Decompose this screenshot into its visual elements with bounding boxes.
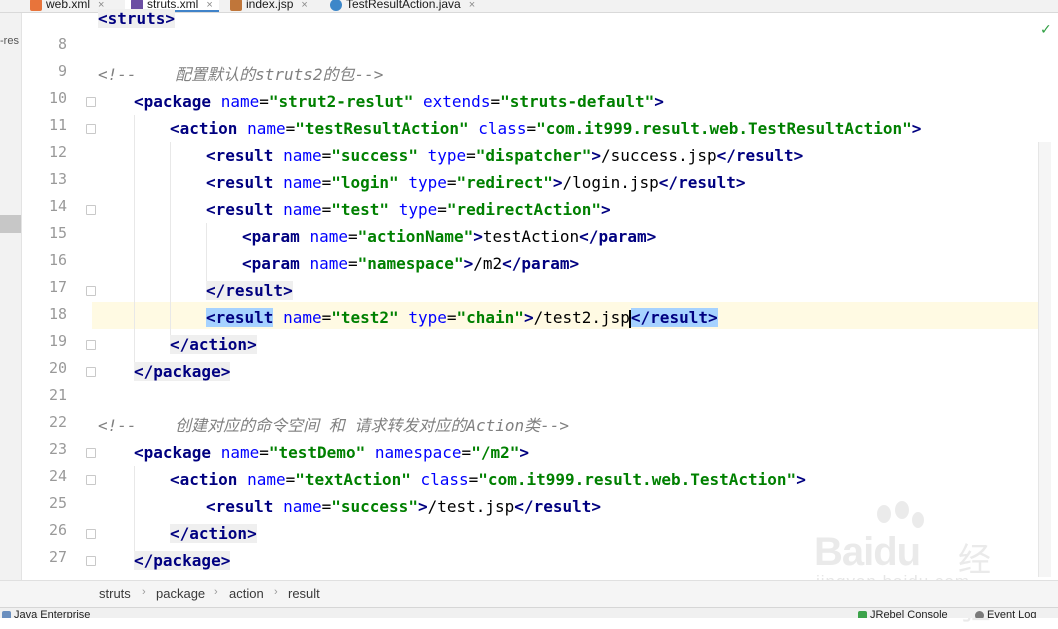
line-number: 11 — [48, 116, 67, 134]
indent-guide — [206, 223, 207, 285]
line-number: 19 — [48, 332, 67, 350]
chevron-right-icon: › — [274, 586, 278, 598]
code-line: <!-- 配置默认的struts2的包--> — [98, 65, 384, 84]
xml-file-icon — [30, 0, 42, 11]
java-class-icon — [330, 0, 342, 11]
chevron-right-icon: › — [214, 586, 218, 598]
line-number: 14 — [48, 197, 67, 215]
tab-label: TestResultAction.java — [346, 0, 461, 11]
breadcrumb-item-struts[interactable]: struts — [99, 586, 131, 601]
fold-marker-icon[interactable] — [86, 97, 96, 107]
line-number: 18 — [48, 305, 67, 323]
tab-index-jsp[interactable]: index.jsp × — [230, 0, 308, 12]
close-icon[interactable]: × — [469, 0, 475, 11]
breadcrumb-item-result[interactable]: result — [288, 586, 320, 601]
indent-guide — [170, 142, 171, 338]
line-number: 16 — [48, 251, 67, 269]
close-icon[interactable]: × — [301, 0, 307, 11]
fold-marker-icon[interactable] — [86, 124, 96, 134]
line-number: 27 — [48, 548, 67, 566]
line-number: 15 — [48, 224, 67, 242]
baidu-jingyan-watermark: Baidu 经验 jingyan.baidu.com — [808, 500, 1008, 627]
line-number: 8 — [57, 35, 67, 53]
line-number-gutter[interactable]: 8 9 10 11 12 13 14 15 16 17 18 19 20 21 … — [22, 13, 96, 579]
line-number: 13 — [48, 170, 67, 188]
line-number: 22 — [48, 413, 67, 431]
watermark-brand: Baidu — [814, 530, 921, 574]
fold-marker-icon[interactable] — [86, 475, 96, 485]
indent-guide — [134, 466, 135, 554]
fold-marker-icon[interactable] — [86, 367, 96, 377]
fold-marker-icon[interactable] — [86, 556, 96, 566]
fold-marker-icon[interactable] — [86, 340, 96, 350]
fold-marker-icon[interactable] — [86, 286, 96, 296]
tab-testresultaction-java[interactable]: TestResultAction.java × — [330, 0, 475, 12]
code-line: <result name="login" type="redirect">/lo… — [206, 173, 746, 192]
code-line: <param name="namespace">/m2</param> — [242, 254, 580, 273]
tab-web-xml[interactable]: web.xml × — [30, 0, 104, 12]
line-number: 12 — [48, 143, 67, 161]
code-line: <action name="testResultAction" class="c… — [170, 119, 922, 138]
jsp-file-icon — [230, 0, 242, 11]
tab-label: index.jsp — [246, 0, 294, 11]
code-line-current: <result name="test2" type="chain">/test2… — [206, 308, 718, 328]
close-icon[interactable]: × — [206, 0, 212, 11]
fold-marker-icon[interactable] — [86, 529, 96, 539]
status-bar: Java Enterprise JRebel Console Event Log — [0, 607, 1058, 618]
breadcrumb-item-action[interactable]: action — [229, 586, 264, 601]
indent-guide — [134, 115, 135, 365]
line-number: 24 — [48, 467, 67, 485]
fold-marker-icon[interactable] — [86, 448, 96, 458]
code-line: <param name="actionName">testAction</par… — [242, 227, 657, 246]
line-number: 10 — [48, 89, 67, 107]
code-line: </package> — [134, 362, 231, 381]
line-number: 9 — [57, 62, 67, 80]
code-line: <result name="test" type="redirectAction… — [206, 200, 611, 219]
chevron-right-icon: › — [142, 586, 146, 598]
code-line: </package> — [134, 551, 231, 570]
line-number: 17 — [48, 278, 67, 296]
code-line: <package name="testDemo" namespace="/m2"… — [134, 443, 529, 462]
tab-label: web.xml — [46, 0, 91, 11]
vertical-scrollbar[interactable] — [1038, 142, 1051, 577]
code-line: <result name="success" type="dispatcher"… — [206, 146, 804, 165]
scroll-position-marker — [0, 215, 21, 233]
code-line: </result> — [206, 281, 293, 300]
breadcrumb: struts › package › action › result — [0, 580, 1058, 607]
code-line: <struts> — [98, 9, 176, 28]
code-line: <result name="success">/test.jsp</result… — [206, 497, 601, 516]
paw-logo-icon — [877, 501, 924, 528]
fold-marker-icon[interactable] — [86, 205, 96, 215]
line-number: 23 — [48, 440, 67, 458]
line-number: 26 — [48, 521, 67, 539]
line-number: 20 — [48, 359, 67, 377]
code-line: <package name="strut2-reslut" extends="s… — [134, 92, 664, 111]
code-line: <action name="textAction" class="com.it9… — [170, 470, 806, 489]
inspection-ok-icon[interactable]: ✓ — [1040, 22, 1052, 38]
breadcrumb-item-package[interactable]: package — [156, 586, 205, 601]
project-tool-strip[interactable]: -res — [0, 13, 22, 590]
line-number: 25 — [48, 494, 67, 512]
project-panel-label: -res — [0, 35, 19, 47]
code-line: </action> — [170, 524, 257, 543]
line-number: 21 — [48, 386, 67, 404]
code-line: </action> — [170, 335, 257, 354]
code-line: <!-- 创建对应的命令空间 和 请求转发对应的Action类--> — [98, 416, 570, 435]
